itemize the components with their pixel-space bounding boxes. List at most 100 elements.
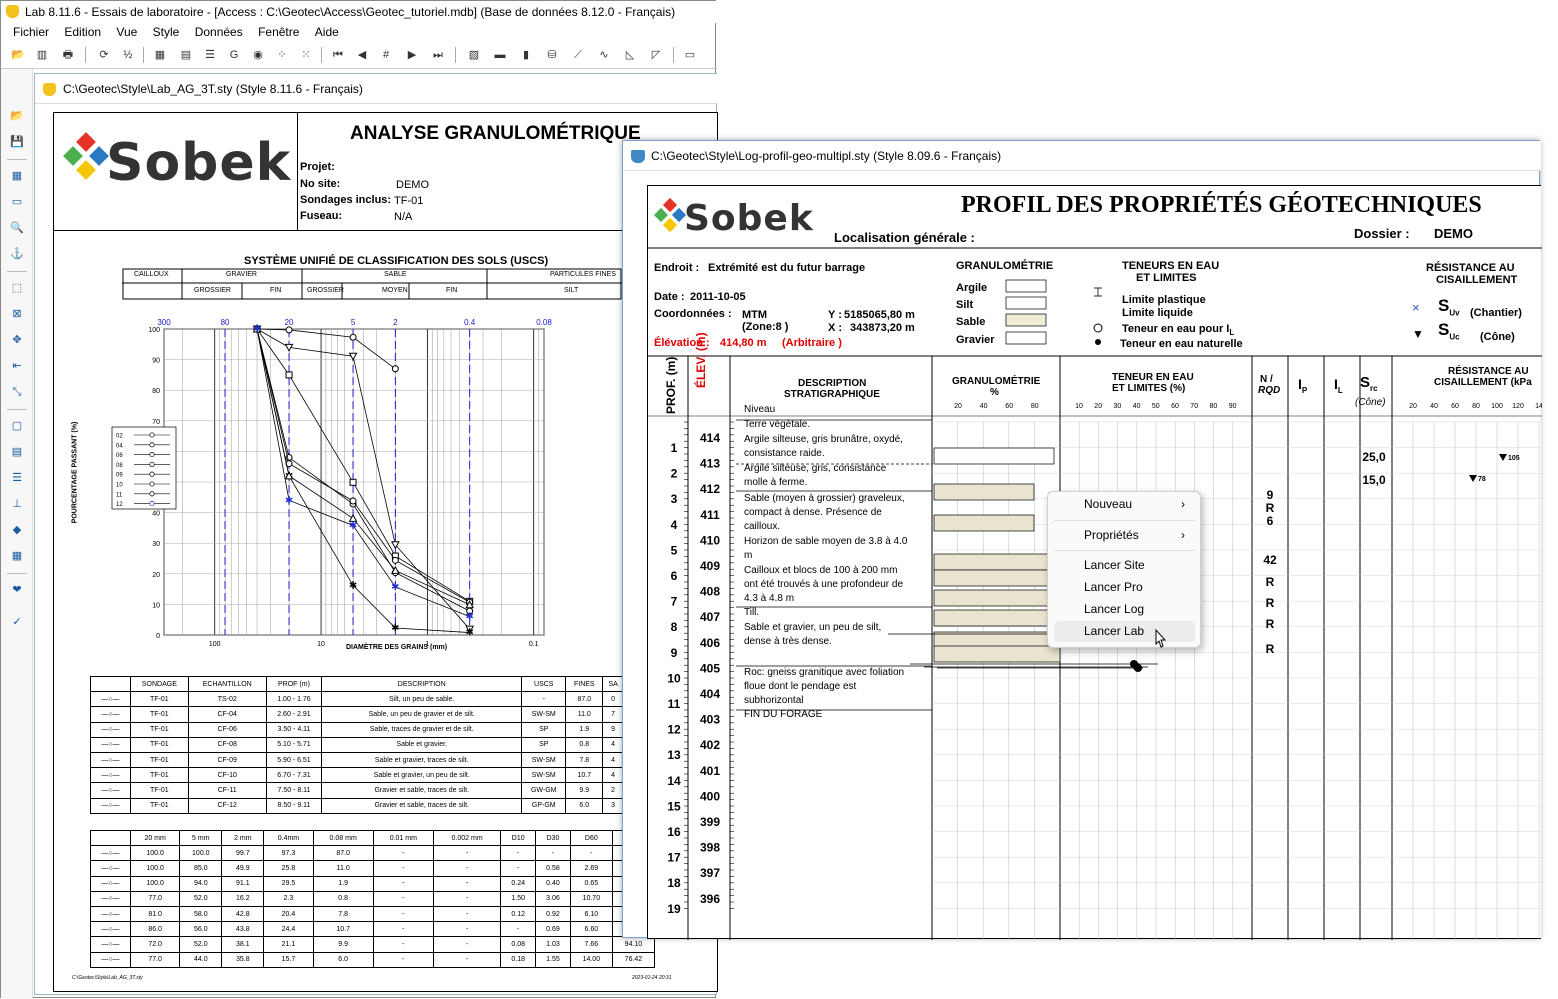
- slope-icon[interactable]: ◸: [647, 46, 665, 64]
- select-rect-icon[interactable]: ⬚: [8, 279, 26, 297]
- chart-red-icon[interactable]: ◉: [249, 46, 267, 64]
- table-cell: 1.9: [565, 721, 604, 738]
- depth-label: 4: [671, 518, 678, 532]
- menu-fichier[interactable]: Fichier: [13, 23, 49, 39]
- th-echantillon: ECHANTILLON: [187, 675, 267, 693]
- move-icon[interactable]: ✥: [8, 331, 26, 349]
- elev-label: 401: [700, 764, 720, 778]
- open-db-icon[interactable]: 📂: [9, 46, 27, 64]
- table-icon[interactable]: ▦: [8, 547, 26, 565]
- table-cell: 5.10 - 5.71: [265, 736, 323, 753]
- table-cell: 42.8: [221, 905, 265, 923]
- depth-label: 17: [667, 851, 681, 865]
- bars-icon[interactable]: ▬: [491, 46, 509, 64]
- curve-icon[interactable]: ∿: [595, 46, 613, 64]
- col-n: N /: [1260, 374, 1273, 385]
- table-row: —○—86.056.043.824.410.7---0.696.60-: [90, 921, 656, 938]
- axis-icon[interactable]: ⊥: [8, 495, 26, 513]
- layout-icon[interactable]: ▦: [8, 167, 26, 185]
- fuseau-label: Fuseau:: [300, 210, 343, 222]
- report-icon[interactable]: ▭: [681, 46, 699, 64]
- form-icon[interactable]: ▤: [8, 443, 26, 461]
- note-icon[interactable]: ▢: [8, 417, 26, 435]
- hatch-icon[interactable]: ▧: [465, 46, 483, 64]
- diamond-icon[interactable]: ◆: [8, 521, 26, 539]
- table-cell: TF-01: [130, 706, 189, 723]
- legend-label: 12: [116, 502, 123, 508]
- refresh-icon[interactable]: ⟳: [95, 46, 113, 64]
- ten-tick-label: 70: [1190, 403, 1198, 410]
- g-icon[interactable]: G: [225, 46, 243, 64]
- menu-item-lancer-log[interactable]: Lancer Log: [1054, 599, 1195, 620]
- gran-tick-label: 80: [1031, 403, 1039, 410]
- menu-aide[interactable]: Aide: [315, 23, 339, 39]
- legend-sable: Sable: [956, 316, 986, 328]
- dots-icon[interactable]: ⁘: [273, 46, 291, 64]
- menu-item-lancer-lab[interactable]: Lancer Lab: [1054, 621, 1195, 642]
- description-line: Argile silteuse, gris brunâtre, oxydé,: [744, 434, 903, 445]
- database-icon[interactable]: ▥: [33, 46, 51, 64]
- next-record-icon[interactable]: ▶: [403, 46, 421, 64]
- menu-edition[interactable]: Edition: [64, 23, 101, 39]
- top-tick-label: 5: [351, 318, 356, 327]
- list-icon[interactable]: ☰: [201, 46, 219, 64]
- sondages-value: TF-01: [394, 195, 424, 207]
- menu-item-proprietes[interactable]: Propriétés ›: [1054, 525, 1195, 546]
- menu-item-lancer-site[interactable]: Lancer Site: [1054, 555, 1195, 576]
- anchor-icon[interactable]: ⚓: [8, 245, 26, 263]
- table-cell: 0.24: [500, 875, 537, 892]
- first-record-icon[interactable]: ⏮: [329, 46, 347, 64]
- resist-title-1: RÉSISTANCE AU: [1426, 262, 1515, 274]
- uscs-moyen: MOYEN: [382, 287, 408, 294]
- list-form-icon[interactable]: ☰: [8, 469, 26, 487]
- table-cell: 6.60: [569, 921, 613, 938]
- dots2-icon[interactable]: ⁙: [297, 46, 315, 64]
- lab-document-title: C:\Geotec\Style\Lab_AG_3T.sty (Style 8.1…: [35, 74, 718, 104]
- align-icon[interactable]: ⇤: [8, 357, 26, 375]
- table-cell: 6.0: [565, 797, 604, 814]
- elev-label: 402: [700, 738, 720, 752]
- table-cell: TF-01: [130, 782, 189, 799]
- triangle-symbol-icon: ▼: [1412, 327, 1424, 341]
- menu-style[interactable]: Style: [153, 23, 180, 39]
- triangle-icon[interactable]: ◺: [621, 46, 639, 64]
- table-cell: Sable et gravier, traces de silt.: [321, 751, 523, 769]
- legend-swatch: [1005, 313, 1047, 327]
- elev-label: 413: [700, 457, 720, 471]
- resize-icon[interactable]: ⤡: [8, 383, 26, 401]
- log-heading: PROFIL DES PROPRIÉTÉS GÉOTECHNIQUES: [961, 192, 1482, 218]
- menu-item-nouveau[interactable]: Nouveau ›: [1054, 494, 1195, 515]
- grid-blue-icon[interactable]: ▦: [151, 46, 169, 64]
- record-number-icon[interactable]: #: [377, 46, 395, 64]
- th2-0002mm: 0.002 mm: [432, 829, 502, 847]
- open-icon[interactable]: 📂: [8, 107, 26, 125]
- table-cell: 4: [602, 736, 624, 753]
- spellcheck-icon[interactable]: ✓: [8, 613, 26, 631]
- menu-item-lancer-pro[interactable]: Lancer Pro: [1054, 577, 1195, 598]
- save-icon[interactable]: 💾: [8, 133, 26, 151]
- menu-vue[interactable]: Vue: [116, 23, 137, 39]
- description-line: Argile silteuse, gris, consistance: [744, 463, 887, 474]
- cylinder-icon[interactable]: ⛁: [543, 46, 561, 64]
- line-chart-icon[interactable]: ⟋: [569, 46, 587, 64]
- description-line: Sable et gravier, un peu de silt,: [744, 622, 881, 633]
- table-cell: 99.7: [221, 845, 265, 862]
- table-cell: TS-02: [187, 691, 267, 708]
- print-icon[interactable]: 🖶: [59, 46, 77, 64]
- data-icon[interactable]: ▤: [177, 46, 195, 64]
- fraction-icon[interactable]: ½: [119, 46, 137, 64]
- table-cell: GP-GM: [521, 797, 567, 814]
- menu-donnees[interactable]: Données: [195, 23, 243, 39]
- depth-label: 8: [671, 620, 678, 634]
- heart-icon[interactable]: ❤: [8, 581, 26, 599]
- table-cell: 100.0: [129, 875, 181, 892]
- window-icon[interactable]: ▭: [8, 193, 26, 211]
- menu-fenetre[interactable]: Fenêtre: [258, 23, 299, 39]
- prev-record-icon[interactable]: ◀: [353, 46, 371, 64]
- table-cell: -: [372, 905, 434, 923]
- last-record-icon[interactable]: ⏭: [429, 46, 447, 64]
- zoom-icon[interactable]: 🔍: [8, 219, 26, 237]
- table-cell: -: [432, 936, 502, 953]
- frame-icon[interactable]: ⊠: [8, 305, 26, 323]
- level-icon[interactable]: ▮: [517, 46, 535, 64]
